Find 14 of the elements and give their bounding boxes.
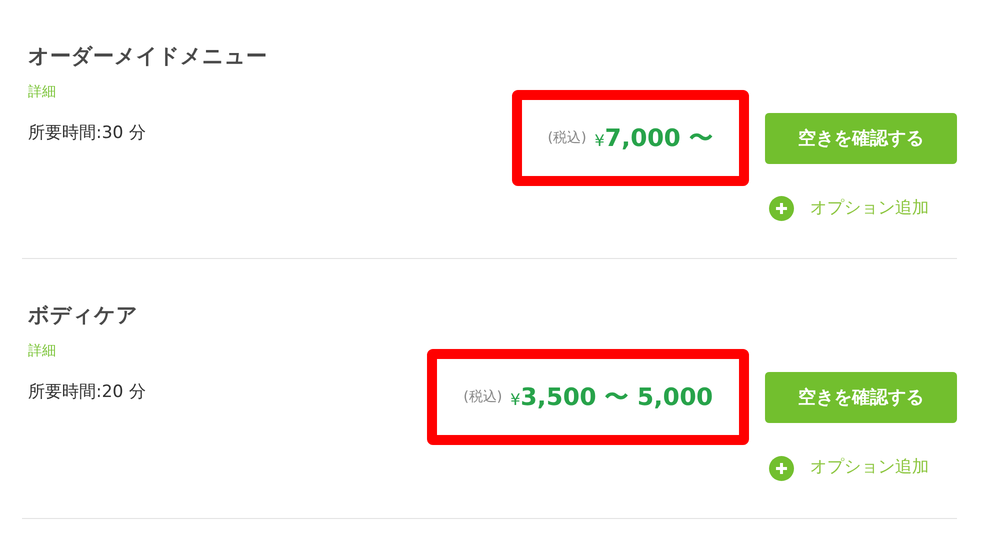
check-availability-button[interactable]: 空きを確認する — [765, 112, 957, 164]
detail-link[interactable]: 詳細 — [28, 341, 56, 362]
duration-text: 所要時間:20 分 — [28, 381, 146, 404]
duration-text: 所要時間:30 分 — [28, 122, 147, 145]
add-option-link[interactable]: オプション追加 — [769, 455, 929, 481]
price-text: ¥3,500 〜 5,000 — [510, 382, 713, 414]
detail-link[interactable]: 詳細 — [28, 82, 56, 103]
menu-title: ボディケア — [28, 302, 139, 330]
check-availability-button[interactable]: 空きを確認する — [765, 372, 957, 423]
add-option-link[interactable]: オプション追加 — [769, 196, 929, 222]
tax-label: (税込) — [548, 128, 587, 148]
menu-title: オーダーメイドメニュー — [28, 43, 267, 70]
price-text: ¥7,000 〜 — [594, 123, 713, 154]
tax-label: (税込) — [463, 388, 502, 407]
